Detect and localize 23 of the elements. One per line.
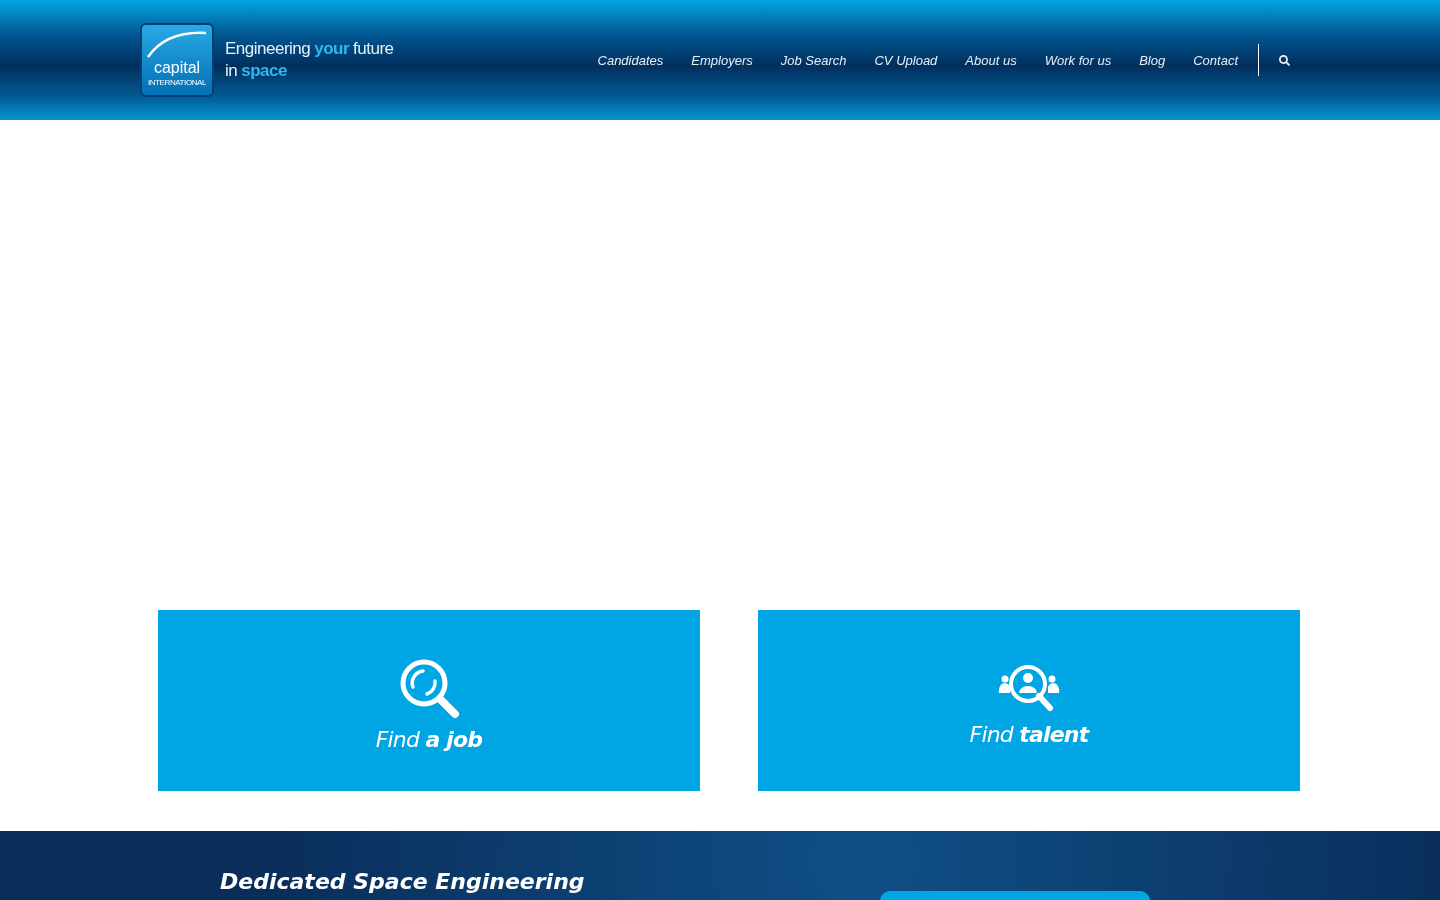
nav-link[interactable]: Candidates <box>583 52 678 68</box>
nav-link[interactable]: Contact <box>1179 52 1252 68</box>
nav-link[interactable]: About us <box>951 52 1031 68</box>
cta-label: Find a job <box>375 727 483 752</box>
tagline-word: in <box>225 60 238 82</box>
logo-name: capital <box>153 60 201 76</box>
tagline-word: your <box>314 38 350 60</box>
nav-link[interactable]: Employers <box>677 52 767 68</box>
tagline-word: space <box>241 60 287 82</box>
cta-label: Find talent <box>969 722 1089 747</box>
nav-link[interactable]: CV Upload <box>860 52 952 68</box>
people-search-icon <box>998 662 1060 714</box>
arc-icon <box>146 29 208 59</box>
logo[interactable]: capital INTERNATIONAL <box>140 23 214 97</box>
search-icon <box>1279 54 1290 66</box>
banner-heading: Dedicated Space Engineering <box>220 869 585 895</box>
nav-link[interactable]: Blog <box>1125 52 1180 68</box>
tagline-word: Engineering <box>225 38 311 60</box>
magnifier-icon <box>398 657 460 719</box>
tagline-word: future <box>353 38 394 60</box>
nav-link[interactable]: Job Search <box>766 52 861 68</box>
nav-link[interactable]: Work for us <box>1030 52 1126 68</box>
logo-subtitle: INTERNATIONAL <box>147 78 207 87</box>
